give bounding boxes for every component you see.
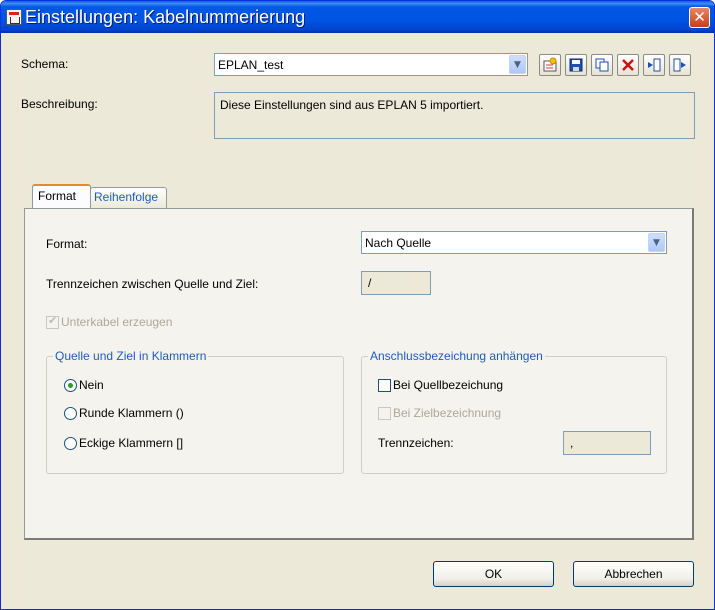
radio-nein[interactable] (64, 379, 77, 392)
format-dropdown[interactable]: Nach Quelle ▼ (361, 231, 667, 254)
radio-square-brackets-label[interactable]: Eckige Klammern [] (79, 436, 183, 450)
export-icon (673, 58, 686, 72)
settings-dialog: Einstellungen: Kabelnummerierung ✕ Schem… (0, 0, 715, 610)
import-icon (648, 58, 661, 72)
radio-round-brackets[interactable] (64, 407, 77, 420)
schema-value: EPLAN_test (218, 58, 284, 72)
checkmark-icon: ✔ (48, 314, 58, 327)
chevron-down-icon[interactable]: ▼ (509, 55, 526, 74)
connection-separator-value: , (570, 436, 574, 450)
separator-value: / (368, 276, 372, 290)
tab-panel-format: Format: Nach Quelle ▼ Trennzeichen zwisc… (24, 208, 694, 540)
description-label: Beschreibung: (21, 97, 98, 111)
format-label: Format: (46, 237, 88, 251)
import-schema-button[interactable] (643, 54, 665, 76)
close-button[interactable]: ✕ (689, 7, 710, 28)
subcable-label: Unterkabel erzeugen (61, 315, 173, 329)
cancel-button[interactable]: Abbrechen (573, 561, 694, 587)
window-title: Einstellungen: Kabelnummerierung (25, 7, 306, 27)
chevron-down-icon[interactable]: ▼ (648, 233, 665, 252)
delete-schema-button[interactable] (617, 54, 639, 76)
radio-nein-label[interactable]: Nein (79, 378, 104, 392)
format-value: Nach Quelle (365, 236, 432, 250)
source-designation-checkbox[interactable] (378, 379, 391, 392)
connection-separator-label: Trennzeichen: (378, 436, 454, 450)
brackets-group: Quelle und Ziel in Klammern Nein Runde K… (46, 349, 344, 474)
separator-label: Trennzeichen zwischen Quelle und Ziel: (46, 277, 259, 291)
schema-dropdown[interactable]: EPLAN_test ▼ (214, 53, 528, 76)
description-field: Diese Einstellungen sind aus EPLAN 5 imp… (214, 92, 695, 139)
title-bar[interactable]: Einstellungen: Kabelnummerierung ✕ (1, 1, 714, 33)
source-designation-label[interactable]: Bei Quellbezeichung (393, 378, 503, 392)
ok-button[interactable]: OK (433, 561, 554, 587)
radio-round-brackets-label[interactable]: Runde Klammern () (79, 406, 184, 420)
brackets-group-title: Quelle und Ziel in Klammern (53, 349, 209, 363)
subcable-checkbox: ✔ (46, 314, 59, 329)
copy-schema-button[interactable] (591, 54, 613, 76)
connection-separator-field[interactable]: , (563, 431, 651, 455)
save-icon (569, 58, 583, 72)
target-designation-checkbox (378, 407, 391, 420)
radio-square-brackets[interactable] (64, 437, 77, 450)
delete-icon (622, 59, 634, 71)
new-schema-button[interactable] (539, 54, 561, 76)
connection-group: Anschlussbezeichung anhängen Bei Quellbe… (361, 349, 667, 474)
description-text: Diese Einstellungen sind aus EPLAN 5 imp… (220, 98, 484, 112)
connection-group-title: Anschlussbezeichung anhängen (368, 349, 545, 363)
separator-field[interactable]: / (361, 271, 431, 295)
copy-icon (595, 58, 609, 72)
save-schema-button[interactable] (565, 54, 587, 76)
schema-label: Schema: (21, 57, 69, 71)
export-schema-button[interactable] (669, 54, 691, 76)
target-designation-label: Bei Zielbezeichnung (393, 406, 502, 420)
tab-format[interactable]: Format (32, 184, 91, 209)
app-icon (6, 9, 22, 25)
tab-order[interactable]: Reihenfolge (90, 187, 167, 208)
new-icon (543, 57, 557, 72)
